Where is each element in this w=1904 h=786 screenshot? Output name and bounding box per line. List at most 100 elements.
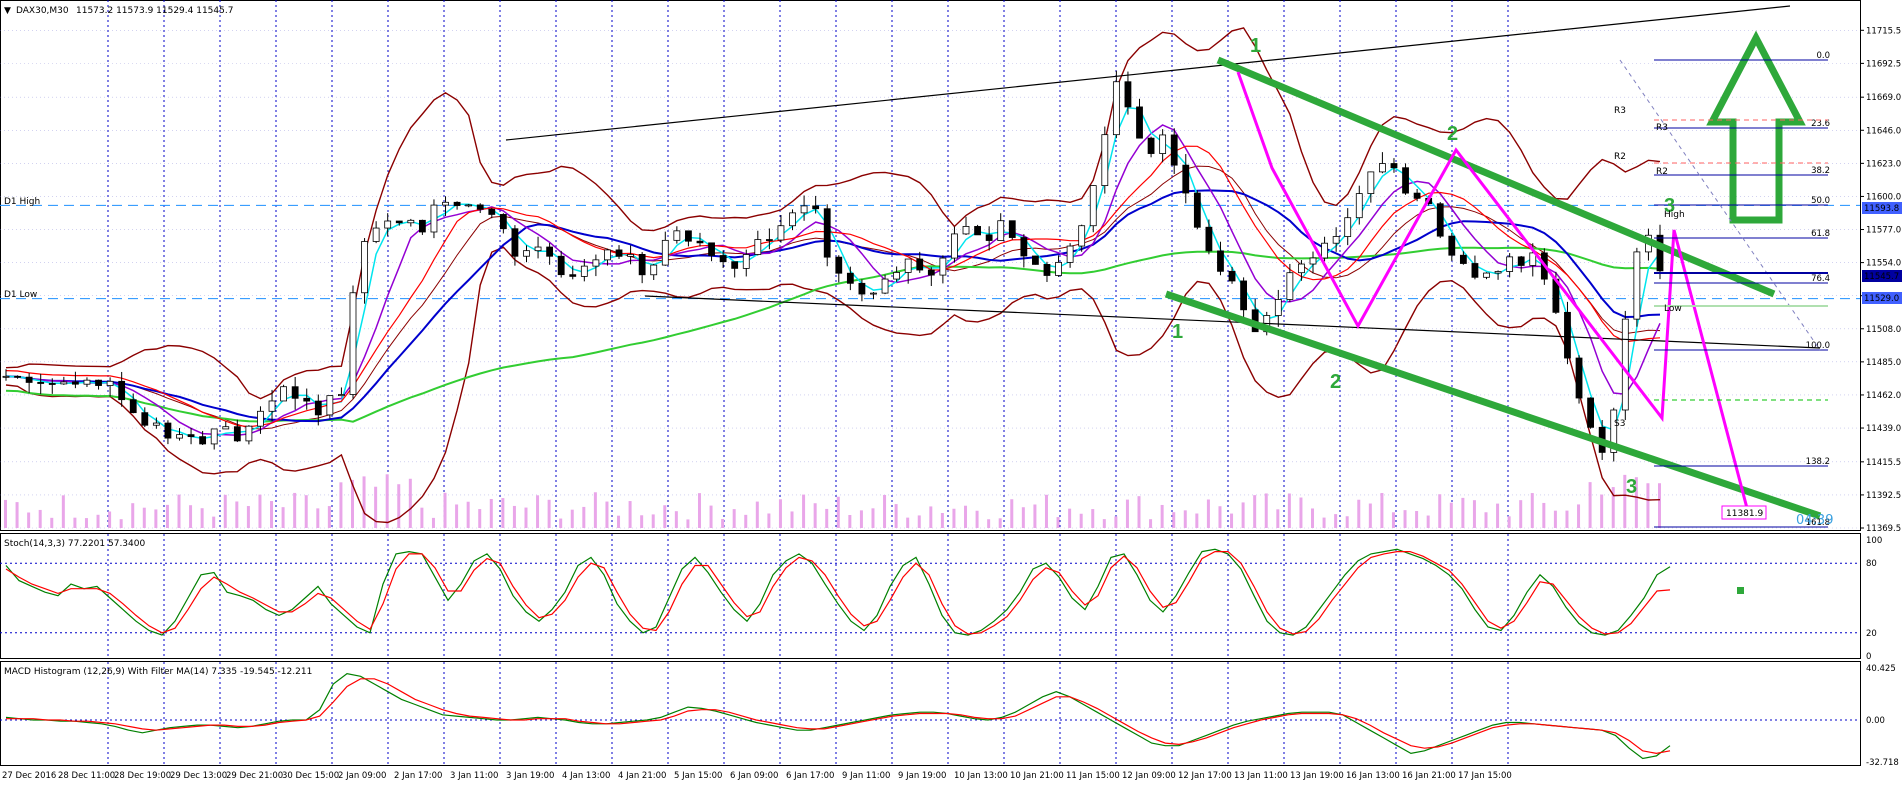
fibo-level-label: 38.2 — [1811, 166, 1830, 176]
volume-bar — [327, 506, 331, 528]
x-tick-label: 27 Dec 2016 — [2, 771, 56, 781]
candle-body — [1332, 236, 1340, 244]
volume-bar — [1519, 500, 1523, 528]
candle-body — [1182, 164, 1190, 194]
macd-y-tick-label: 0.00 — [1866, 716, 1885, 726]
volume-bar — [536, 495, 540, 528]
volume-bar — [964, 505, 968, 528]
trading-chart[interactable]: 0.023.638.250.061.876.4100.0138.2161.8 1… — [0, 0, 1904, 786]
volume-bar — [1415, 511, 1419, 528]
candle-body — [1459, 254, 1467, 264]
candle-body — [1043, 264, 1051, 276]
stoch-pane[interactable] — [0, 533, 1861, 659]
candle-body — [685, 230, 692, 242]
candle-body — [974, 226, 981, 236]
candle-body — [557, 255, 565, 276]
pivot-r2-label: R2 — [1614, 152, 1626, 162]
volume-bar — [1600, 494, 1604, 528]
candle-body — [546, 246, 554, 257]
volume-bar — [825, 508, 829, 528]
candle-body — [812, 205, 820, 210]
y-tick-label: 11392.5 — [1866, 491, 1901, 501]
volume-bar — [38, 509, 42, 528]
volume-bar — [1033, 504, 1037, 528]
candle-body — [418, 219, 426, 233]
candle-body — [1448, 235, 1456, 256]
volume-bar — [998, 518, 1002, 528]
volume-bar — [258, 494, 262, 528]
volume-bar — [651, 514, 655, 528]
fibo-level-label: 61.8 — [1811, 229, 1830, 239]
volume-bar — [455, 504, 459, 528]
candle-body — [210, 428, 218, 445]
candle-body — [1008, 220, 1016, 238]
candle-body — [1344, 217, 1352, 237]
x-tick-label: 17 Jan 15:00 — [1458, 771, 1512, 781]
y-tick-label: 11415.5 — [1866, 458, 1901, 468]
volume-bar — [1125, 499, 1129, 528]
wave-label-top-1: 1 — [1250, 35, 1261, 57]
volume-bar — [674, 511, 678, 528]
volume-bar — [894, 504, 898, 528]
candle-body — [442, 201, 449, 206]
y-tick-label: 11692.5 — [1866, 59, 1901, 69]
volume-bar — [293, 492, 297, 528]
pivot-low-label: Low — [1664, 304, 1682, 314]
price-tag-current-text: 11545.7 — [1864, 272, 1899, 282]
volume-bar — [165, 504, 169, 528]
candle-body — [650, 264, 658, 276]
candle-body — [176, 434, 183, 439]
candle-body — [1633, 251, 1641, 320]
macd-y-tick-label: 40.425 — [1866, 664, 1896, 674]
ohlc-label: 11573.2 11573.9 11529.4 11545.7 — [76, 6, 233, 16]
volume-bar — [524, 507, 528, 528]
candle-body — [569, 274, 577, 277]
price-tag-high-text: 11593.8 — [1864, 204, 1899, 214]
y-tick-label: 11508.0 — [1866, 325, 1901, 335]
candle-body — [488, 208, 496, 215]
x-tick-label: 3 Jan 19:00 — [506, 771, 554, 781]
candle-body — [939, 257, 947, 276]
volume-bar — [1658, 483, 1661, 528]
candle-body — [1228, 270, 1236, 282]
y-tick-label: 11646.0 — [1866, 126, 1901, 136]
volume-bar — [871, 508, 875, 528]
volume-bar — [940, 512, 944, 528]
x-tick-label: 12 Jan 09:00 — [1122, 771, 1176, 781]
candle-body — [1494, 271, 1502, 274]
y-tick-label: 11369.5 — [1866, 524, 1901, 534]
candle-body — [893, 272, 901, 280]
candle-body — [731, 261, 739, 269]
volume-bar — [235, 501, 239, 528]
x-tick-label: 13 Jan 19:00 — [1290, 771, 1344, 781]
pivot-r3-label: R3 — [1614, 106, 1626, 116]
candle-body — [1274, 299, 1282, 316]
candle-body — [615, 249, 623, 257]
volume-bar — [443, 492, 447, 528]
volume-bar — [304, 495, 308, 528]
fibo-level-label: 50.0 — [1811, 196, 1830, 206]
volume-bar — [73, 517, 77, 528]
candle-body — [742, 254, 750, 269]
volume-bar — [883, 494, 887, 528]
collapse-icon[interactable]: ▼ — [4, 6, 11, 16]
volume-bar — [975, 510, 979, 528]
volume-bar — [906, 517, 910, 528]
volume-bar — [1484, 512, 1488, 528]
volume-bar — [1264, 493, 1268, 528]
candle-body — [60, 381, 68, 385]
volume-bar — [778, 499, 782, 528]
candle-body — [823, 208, 831, 258]
wave-label-bottom-3: 3 — [1626, 476, 1637, 498]
volume-bar — [1068, 508, 1072, 528]
candle-body — [1055, 261, 1062, 276]
candle-body — [789, 212, 796, 227]
timer-label: 04:39 — [1796, 513, 1833, 528]
candle-body — [372, 227, 380, 242]
fibo-level-label: 0.0 — [1816, 51, 1830, 61]
candle-body — [523, 250, 530, 257]
candle-body — [580, 265, 588, 277]
x-tick-label: 28 Dec 19:00 — [114, 771, 171, 781]
x-tick-label: 4 Jan 13:00 — [562, 771, 610, 781]
volume-bar — [466, 501, 470, 528]
